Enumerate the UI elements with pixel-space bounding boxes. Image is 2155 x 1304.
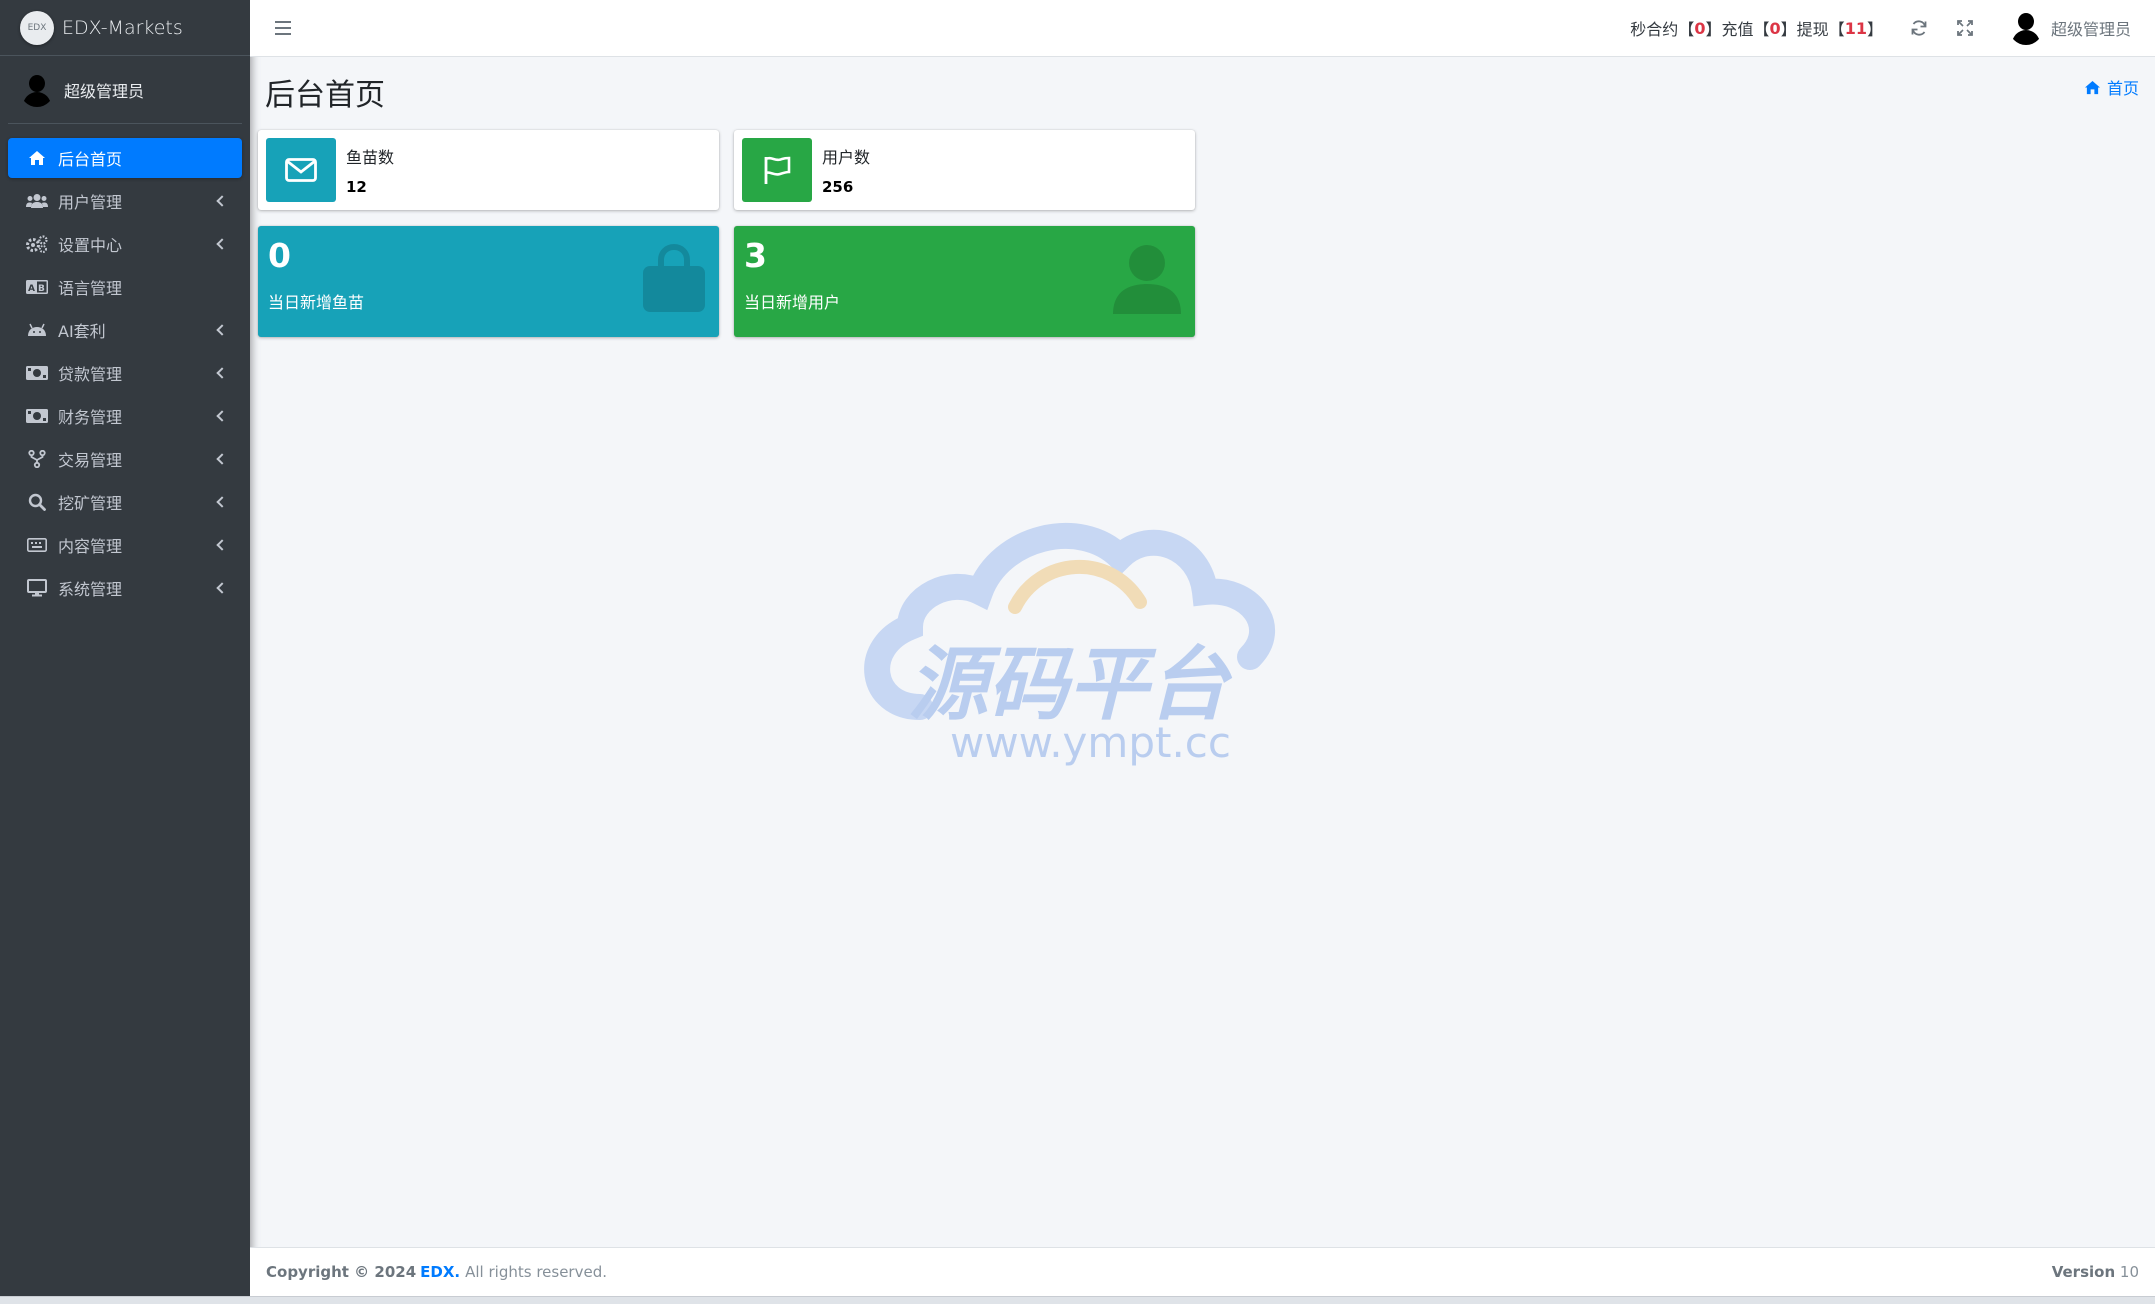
fork-icon	[26, 450, 48, 468]
brand-logo: EDX	[20, 10, 54, 45]
withdraw-count: 11	[1844, 18, 1867, 38]
small-box-new-users: 3 当日新增用户	[734, 226, 1195, 337]
svg-text:A: A	[28, 284, 35, 294]
header-user-name: 超级管理员	[2050, 20, 2131, 39]
sidebar-item-settings[interactable]: 设置中心	[8, 224, 242, 264]
small-box-label: 当日新增用户	[744, 293, 841, 312]
version-number: 10	[2119, 1263, 2139, 1281]
sidebar-item-finance[interactable]: 财务管理	[8, 396, 242, 436]
footer: Copyright © 2024 EDX. All rights reserve…	[250, 1247, 2155, 1296]
sidebar-user-name: 超级管理员	[64, 81, 145, 101]
sidebar-item-dashboard[interactable]: 后台首页	[8, 138, 242, 178]
chevron-left-icon	[216, 453, 228, 465]
version-label: Version	[2051, 1263, 2116, 1281]
sidebar-item-label: 语言管理	[58, 279, 123, 298]
sidebar-item-loans[interactable]: 贷款管理	[8, 353, 242, 393]
scrollbar-strip	[0, 1296, 2155, 1304]
info-box-label: 鱼苗数	[346, 148, 395, 167]
chevron-left-icon	[216, 496, 228, 508]
sidebar-item-label: 系统管理	[58, 580, 123, 599]
recharge-count: 0	[1769, 18, 1781, 38]
avatar	[20, 72, 54, 107]
money-icon	[26, 364, 48, 382]
contract-count: 0	[1694, 18, 1706, 38]
home-icon	[2084, 80, 2100, 94]
android-icon	[26, 321, 48, 339]
breadcrumb-home: 首页	[2106, 79, 2139, 98]
chevron-left-icon	[216, 367, 228, 379]
sidebar-item-content[interactable]: 内容管理	[8, 525, 242, 565]
sidebar-item-label: 后台首页	[58, 150, 123, 169]
money-icon	[26, 407, 48, 425]
sidebar-item-language[interactable]: AB 语言管理	[8, 267, 242, 307]
sidebar: EDX EDX-Markets 超级管理员 后台首页 用户管理 设置中心 A B…	[0, 0, 250, 1296]
rights-text: All rights reserved.	[465, 1263, 607, 1281]
desktop-icon	[26, 579, 48, 597]
brand-name: EDX-Markets	[62, 16, 183, 39]
sidebar-item-users[interactable]: 用户管理	[8, 181, 242, 221]
sidebar-item-label: 内容管理	[58, 537, 123, 556]
sidebar-item-label: 用户管理	[58, 193, 123, 212]
sidebar-item-label: 财务管理	[58, 408, 123, 427]
shopping-bag-icon	[641, 243, 707, 318]
info-box-users: 用户数 256	[734, 130, 1195, 210]
sidebar-item-ai-arbitrage[interactable]: AI套利	[8, 310, 242, 350]
content-wrapper: 后台首页 首页 鱼苗数 12 用户数 256 0 当日新增鱼苗 3 当日新增用户	[250, 57, 2155, 1247]
sidebar-item-mining[interactable]: 挖矿管理	[8, 482, 242, 522]
info-box-fish: 鱼苗数 12	[258, 130, 719, 210]
home-icon	[26, 149, 48, 167]
sidebar-item-label: 贷款管理	[58, 365, 123, 384]
header-user-menu[interactable]: 超级管理员	[2008, 11, 2131, 45]
chevron-left-icon	[216, 410, 228, 422]
sidebar-item-system[interactable]: 系统管理	[8, 568, 242, 608]
small-box-label: 当日新增鱼苗	[268, 293, 365, 312]
page-title: 后台首页	[265, 78, 385, 113]
brand-link[interactable]: EDX EDX-Markets	[0, 0, 250, 56]
sidebar-item-trading[interactable]: 交易管理	[8, 439, 242, 479]
small-box-value: 0	[268, 236, 291, 275]
chevron-left-icon	[216, 238, 228, 250]
sidebar-item-label: 设置中心	[58, 236, 123, 255]
fullscreen-icon[interactable]	[1955, 18, 1975, 38]
user-icon	[1111, 244, 1183, 320]
breadcrumb[interactable]: 首页	[2084, 75, 2139, 99]
top-navbar: 秒合约 【0】 充值 【0】 提现 【11】 超级管理员	[250, 0, 2155, 57]
menu-toggle-icon[interactable]	[275, 21, 291, 35]
sidebar-item-label: 交易管理	[58, 451, 123, 470]
language-icon: AB	[26, 278, 48, 296]
cogs-icon	[26, 235, 48, 253]
sidebar-item-label: AI套利	[58, 322, 106, 341]
svg-text:B: B	[38, 284, 45, 294]
copyright-text: Copyright © 2024	[266, 1263, 417, 1281]
chevron-left-icon	[216, 539, 228, 551]
chevron-left-icon	[216, 582, 228, 594]
small-box-value: 3	[744, 236, 767, 275]
pending-stats[interactable]: 秒合约 【0】 充值 【0】 提现 【11】	[1630, 16, 1883, 40]
info-box-value: 256	[822, 178, 854, 196]
refresh-icon[interactable]	[1909, 18, 1929, 38]
chevron-left-icon	[216, 195, 228, 207]
flag-icon	[742, 138, 812, 202]
users-icon	[26, 192, 48, 210]
keyboard-icon	[26, 536, 48, 554]
small-box-new-fish: 0 当日新增鱼苗	[258, 226, 719, 337]
chevron-left-icon	[216, 324, 228, 336]
search-icon	[26, 493, 48, 511]
contract-label: 秒合约	[1630, 20, 1679, 39]
watermark-url: www.ympt.cc	[950, 718, 1231, 767]
watermark-logo: 源码平台 www.ympt.cc	[850, 517, 1330, 781]
withdraw-label: 提现	[1796, 20, 1829, 39]
sidebar-user-panel[interactable]: 超级管理员	[8, 56, 242, 124]
footer-brand-link[interactable]: EDX.	[420, 1263, 460, 1281]
info-box-value: 12	[346, 178, 367, 196]
version-info: Version 10	[2052, 1263, 2139, 1281]
envelope-icon	[266, 138, 336, 202]
sidebar-item-label: 挖矿管理	[58, 494, 123, 513]
avatar	[2008, 11, 2043, 45]
recharge-label: 充值	[1721, 20, 1754, 39]
info-box-label: 用户数	[822, 148, 871, 167]
sidebar-nav: 后台首页 用户管理 设置中心 AB 语言管理 AI套利 贷款管理 财务管理 交易…	[0, 138, 250, 608]
